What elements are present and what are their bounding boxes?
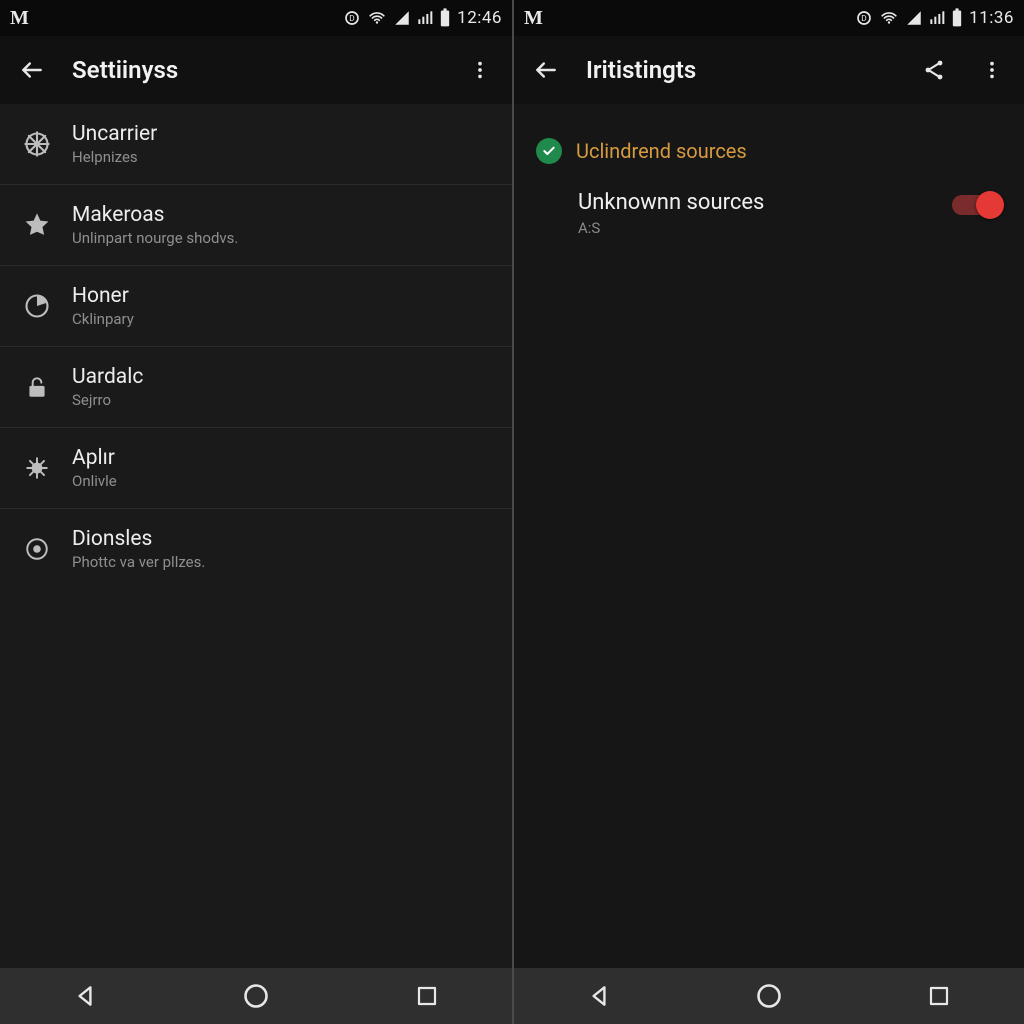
star-icon	[22, 210, 52, 240]
settings-item-label: Dionsles	[72, 527, 205, 551]
status-bar: M D 11:36	[514, 0, 1024, 36]
settings-item-label: Uncarrier	[72, 122, 157, 146]
settings-item-sub: Unlinpart nourge shodvs.	[72, 229, 238, 247]
nav-recents-button[interactable]	[919, 976, 959, 1016]
wifi-icon	[367, 9, 387, 27]
settings-item-uncarrier[interactable]: Uncarrier Helpnizes	[0, 104, 512, 185]
phone-left: M D 12:46	[0, 0, 512, 1024]
page-title: Settiinyss	[72, 56, 178, 84]
settings-item-sub: Cklinpary	[72, 310, 134, 328]
setting-sub: A:S	[578, 219, 764, 237]
settings-item-uardalc[interactable]: Uardalc Sejrro	[0, 347, 512, 428]
nav-home-button[interactable]	[236, 976, 276, 1016]
status-time: 12:46	[457, 8, 502, 28]
app-bar: Iritistingts	[514, 36, 1024, 104]
status-bar: M D 12:46	[0, 0, 512, 36]
nav-bar	[514, 968, 1024, 1024]
wheel-icon	[22, 129, 52, 159]
bug-icon	[22, 453, 52, 483]
svg-text:D: D	[861, 14, 866, 24]
phone-right: M D 11:36	[512, 0, 1024, 1024]
settings-item-sub: Phottc va ver pllzes.	[72, 553, 205, 571]
back-button[interactable]	[528, 52, 564, 88]
section-title: Uclindrend sources	[576, 139, 747, 163]
overflow-menu-button[interactable]	[462, 52, 498, 88]
signal-icon	[393, 9, 411, 27]
settings-item-label: Aplır	[72, 446, 117, 470]
settings-item-makeroas[interactable]: Makeroas Unlinpart nourge shodvs.	[0, 185, 512, 266]
battery-icon	[439, 8, 451, 28]
target-icon	[22, 534, 52, 564]
signal-icon	[905, 9, 923, 27]
wifi-icon	[879, 9, 899, 27]
page-title: Iritistingts	[586, 56, 696, 84]
nav-back-button[interactable]	[65, 976, 105, 1016]
settings-item-sub: Onlivle	[72, 472, 117, 490]
nav-home-button[interactable]	[749, 976, 789, 1016]
nav-bar	[0, 968, 512, 1024]
signal-bars-icon	[929, 9, 945, 27]
check-badge-icon	[536, 138, 562, 164]
carrier-glyph: M	[10, 7, 29, 30]
settings-item-sub: Sejrro	[72, 391, 143, 409]
unknown-sources-toggle[interactable]	[952, 192, 1002, 218]
settings-item-label: Uardalc	[72, 365, 143, 389]
settings-item-label: Honer	[72, 284, 134, 308]
back-button[interactable]	[14, 52, 50, 88]
settings-item-sub: Helpnizes	[72, 148, 157, 166]
carrier-glyph: M	[524, 7, 543, 30]
settings-list: Uncarrier Helpnizes Makeroas Unlinpart n…	[0, 104, 512, 968]
nav-back-button[interactable]	[579, 976, 619, 1016]
lock-icon	[22, 372, 52, 402]
app-bar: Settiinyss	[0, 36, 512, 104]
settings-item-label: Makeroas	[72, 203, 238, 227]
settings-item-aplir[interactable]: Aplır Onlivle	[0, 428, 512, 509]
share-button[interactable]	[916, 52, 952, 88]
setting-label: Unknownn sources	[578, 190, 764, 215]
settings-item-dionsles[interactable]: Dionsles Phottc va ver pllzes.	[0, 509, 512, 589]
overflow-menu-button[interactable]	[974, 52, 1010, 88]
settings-content: Uclindrend sources Unknownn sources A:S	[514, 104, 1024, 968]
data-saver-icon: D	[855, 9, 873, 27]
svg-text:D: D	[349, 14, 354, 24]
data-saver-icon: D	[343, 9, 361, 27]
nav-recents-button[interactable]	[407, 976, 447, 1016]
section-header: Uclindrend sources	[536, 138, 1002, 164]
status-time: 11:36	[969, 8, 1014, 28]
battery-icon	[951, 8, 963, 28]
signal-bars-icon	[417, 9, 433, 27]
setting-unknown-sources[interactable]: Unknownn sources A:S	[536, 190, 1002, 237]
settings-item-honer[interactable]: Honer Cklinpary	[0, 266, 512, 347]
timer-icon	[22, 291, 52, 321]
